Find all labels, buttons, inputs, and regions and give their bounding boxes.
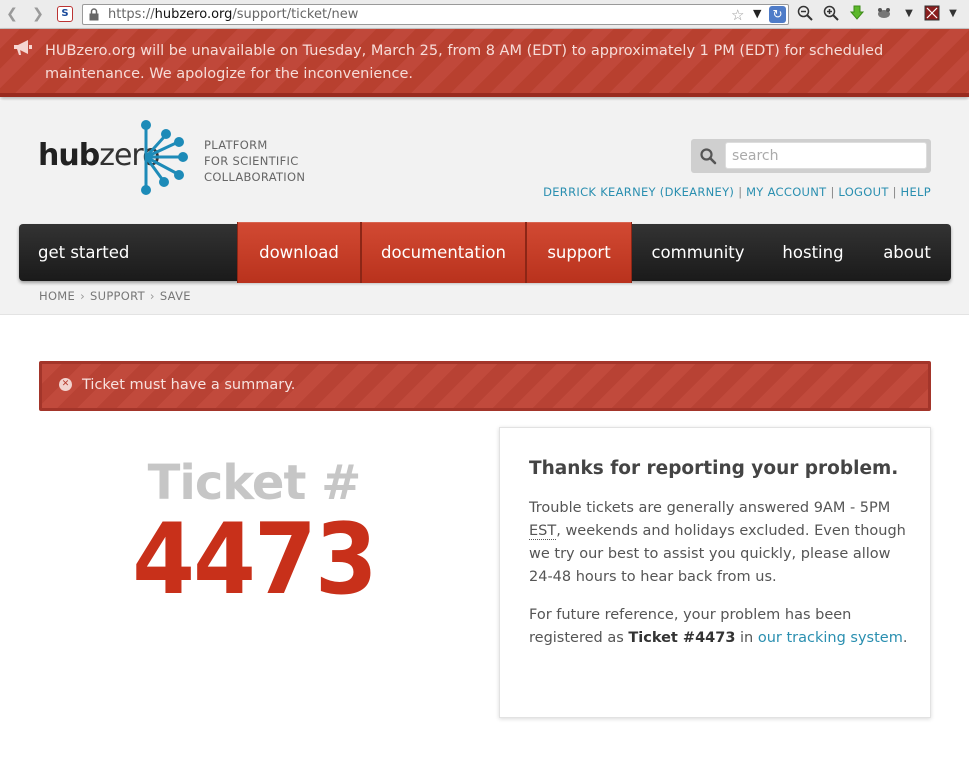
browser-toolbar: ❮ ❯ S https://hubzero.org/support/ticket… [0,0,969,29]
main-nav: get started download documentation suppo… [19,222,951,283]
tracking-system-link[interactable]: our tracking system [758,630,903,646]
info-text: , weekends and holidays excluded. Even t… [529,523,906,585]
breadcrumb-separator: › [149,289,155,303]
tagline: PLATFORM FOR SCIENTIFIC COLLABORATION [204,137,305,185]
tagline-line: COLLABORATION [204,170,306,184]
bookmark-star-icon[interactable]: ☆ [731,6,744,24]
url-bar[interactable]: https://hubzero.org/support/ticket/new ☆… [82,4,789,25]
separator: | [830,185,835,199]
nav-hosting[interactable]: hosting [764,224,862,281]
info-panel: Thanks for reporting your problem. Troub… [499,427,931,718]
zoom-out-icon[interactable] [796,5,814,23]
info-paragraph: Trouble tickets are generally answered 9… [529,497,909,589]
dropdown-icon[interactable]: ▼ [900,5,918,23]
tagline-line: FOR SCIENTIFIC [204,154,299,168]
back-icon[interactable]: ❮ [3,5,21,23]
download-icon[interactable] [848,5,866,23]
user-profile-link[interactable]: DERRICK KEARNEY (DKEARNEY) [543,185,734,199]
nav-get-started[interactable]: get started [19,224,237,281]
addon-icon[interactable] [875,5,893,23]
user-links: DERRICK KEARNEY (DKEARNEY) | MY ACCOUNT | LO… [543,185,931,199]
nav-support[interactable]: support [526,222,632,283]
menu-dropdown-icon[interactable]: ▼ [944,5,962,23]
info-title: Thanks for reporting your problem. [529,458,899,479]
breadcrumb: HOME › SUPPORT › SAVE [39,289,191,303]
error-icon: ✕ [59,378,72,391]
lock-icon [89,8,99,21]
nav-about[interactable]: about [867,224,947,281]
reload-icon[interactable]: ↻ [769,6,786,23]
nav-documentation[interactable]: documentation [361,222,526,283]
site-icon: S [57,6,73,22]
error-text: Ticket must have a summary. [82,377,296,393]
help-link[interactable]: HELP [901,185,931,199]
info-paragraph: For future reference, your problem has b… [529,604,909,650]
info-text: . [902,630,908,646]
search-input[interactable] [725,142,927,169]
info-text: in [735,630,758,646]
breadcrumb-separator: › [80,289,85,303]
search-box [691,139,931,173]
maintenance-banner: HUBzero.org will be unavailable on Tuesd… [0,29,969,97]
my-account-link[interactable]: MY ACCOUNT [746,185,826,199]
menu-icon[interactable] [924,5,942,23]
nav-community[interactable]: community [639,224,757,281]
hubzero-logo[interactable]: hubzero [38,119,188,199]
url-text: https://hubzero.org/support/ticket/new [108,7,358,22]
url-prefix: https:// [108,7,155,22]
url-path: /support/ticket/new [232,7,359,22]
info-text: Trouble tickets are generally answered 9… [529,500,891,516]
error-message: ✕ Ticket must have a summary. [39,361,931,411]
search-icon[interactable] [699,147,717,165]
logo-hub: hub [38,138,100,173]
separator: | [892,185,897,199]
logo-burst-icon [141,120,188,195]
bullhorn-icon [14,40,32,55]
breadcrumb-save[interactable]: SAVE [160,289,191,303]
separator: | [738,185,743,199]
url-dropdown-icon[interactable]: ▼ [753,7,761,20]
ticket-number: 4473 [132,503,377,617]
url-host: hubzero.org [154,7,233,22]
nav-download[interactable]: download [237,222,361,283]
breadcrumb-support[interactable]: SUPPORT [90,289,145,303]
breadcrumb-home[interactable]: HOME [39,289,75,303]
maintenance-message: HUBzero.org will be unavailable on Tuesd… [45,43,884,82]
tagline-line: PLATFORM [204,138,268,152]
zoom-in-icon[interactable] [822,5,840,23]
logout-link[interactable]: LOGOUT [838,185,888,199]
ticket-reference: Ticket #4473 [628,630,736,646]
forward-icon[interactable]: ❯ [29,5,47,23]
timezone-abbr: EST [529,523,557,540]
